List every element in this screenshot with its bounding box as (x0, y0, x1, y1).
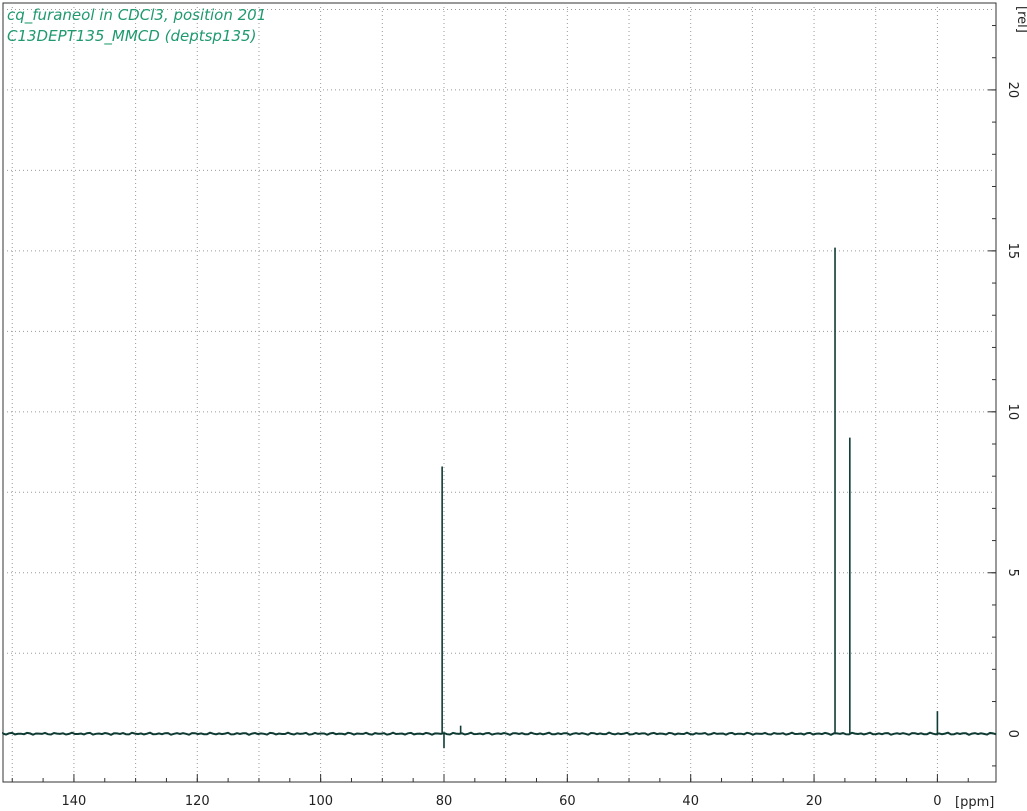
y-tick-label: 15 (1005, 243, 1020, 260)
y-tick-label: 0 (1005, 730, 1020, 738)
plot-frame (2, 2, 997, 783)
x-tick-label: 20 (806, 794, 823, 809)
x-tick-label: 0 (933, 794, 941, 809)
x-tick-label: 40 (682, 794, 699, 809)
x-axis-unit-label: [ppm] (955, 795, 994, 810)
x-tick-label: 140 (62, 794, 87, 809)
nmr-spectrum-plot: 140 120 100 80 60 40 20 0 0 5 10 15 20 [ppm] [rel] (1, 2, 1027, 810)
x-tick-label: 80 (436, 794, 453, 809)
y-tick-label: 20 (1005, 82, 1020, 99)
x-tick-label: 60 (559, 794, 576, 809)
x-tick-label: 100 (308, 794, 333, 809)
x-tick-label: 120 (185, 794, 210, 809)
spectrum-title: cq_furaneol in CDCl3, position 201 (7, 6, 267, 24)
y-tick-label: 10 (1005, 404, 1020, 421)
y-axis-unit-label: [rel] (1014, 6, 1027, 33)
y-tick-label: 5 (1005, 569, 1020, 577)
spectrum-subtitle: C13DEPT135_MMCD (deptsp135) (7, 27, 257, 45)
